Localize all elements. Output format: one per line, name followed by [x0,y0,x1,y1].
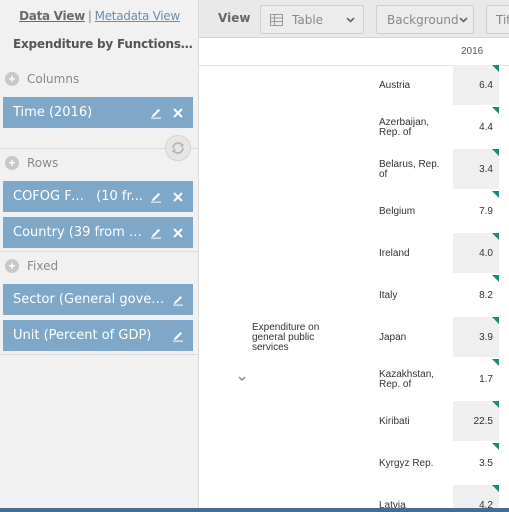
country-label: Kyrgyz Rep. [379,458,434,469]
column-header-year[interactable]: 2016 [461,46,483,57]
chip-count: (10 fr... [96,189,143,204]
pencil-icon[interactable] [147,188,165,206]
rows-section-label: Rows [27,156,59,170]
country-label: Ireland [379,248,410,259]
add-columns-icon[interactable]: + [5,72,19,86]
dataset-title: Expenditure by Functions of ... [13,37,196,51]
note-flag-icon[interactable] [492,275,499,282]
chip-label: Sector (General govern... [13,292,165,307]
value-text: 1.7 [479,373,493,385]
bottom-bar [0,508,509,512]
view-type-value: Table [292,12,324,27]
fixed-chip-sector[interactable]: Sector (General govern... [3,284,193,315]
close-icon[interactable] [169,188,187,206]
value-text: 3.9 [479,331,493,343]
section-divider [0,354,198,355]
note-flag-icon[interactable] [492,107,499,114]
value-text: 3.4 [479,163,493,175]
view-label: View [218,11,251,25]
collapse-chevron-icon[interactable] [237,374,247,384]
value-text: 4.0 [479,247,493,259]
table-icon [270,13,283,26]
chip-label: Time (2016) [13,105,93,120]
value-cell[interactable]: 4.0 [453,233,499,273]
value-cell[interactable]: 7.9 [453,191,499,231]
value-cell[interactable]: 6.4 [453,65,499,105]
value-cell[interactable]: 1.7 [453,359,499,399]
value-text: 4.4 [479,121,493,133]
metadata-view-link[interactable]: Metadata View [95,9,181,23]
view-separator: | [87,9,92,23]
chevron-down-icon [459,16,468,23]
row-group-label: Expenditure on general public services [252,322,320,353]
note-flag-icon[interactable] [492,401,499,408]
title-select-value: Tit [496,12,509,27]
value-text: 6.4 [479,79,493,91]
value-text: 22.5 [473,415,493,427]
rows-chip-cofog[interactable]: COFOG Fun... (10 fr... [3,181,193,212]
columns-section-label: Columns [27,72,80,86]
country-label: Azerbaijan, Rep. of [379,117,430,138]
note-flag-icon[interactable] [492,317,499,324]
data-table: 2016 Expenditure on general public servi… [199,39,509,512]
columns-chip-time[interactable]: Time (2016) [3,97,193,128]
country-label: Belarus, Rep. of [379,159,440,180]
note-flag-icon[interactable] [492,65,499,72]
toolbar: View Table Background Tit [199,0,509,38]
background-value: Background [387,12,459,27]
section-divider [0,251,198,252]
pencil-icon[interactable] [169,327,187,345]
pencil-icon[interactable] [147,224,165,242]
note-flag-icon[interactable] [492,191,499,198]
value-cell[interactable]: 8.2 [453,275,499,315]
close-icon[interactable] [169,104,187,122]
chevron-down-icon [346,16,355,23]
title-select[interactable]: Tit [486,5,509,34]
chip-label: Unit (Percent of GDP) [13,328,152,343]
value-cell[interactable]: 3.9 [453,317,499,357]
rows-chip-country[interactable]: Country (39 from 183) [3,217,193,248]
value-cell[interactable]: 3.5 [453,443,499,483]
chip-label: COFOG Fun... [13,189,93,204]
note-flag-icon[interactable] [492,485,499,492]
view-type-select[interactable]: Table [260,5,364,34]
pencil-icon[interactable] [147,104,165,122]
close-icon[interactable] [169,224,187,242]
value-text: 7.9 [479,205,493,217]
add-fixed-icon[interactable]: + [5,259,19,273]
value-cell[interactable]: 4.4 [453,107,499,147]
columns-section-header[interactable]: + Columns [0,68,198,90]
country-label: Belgium [379,206,416,217]
chip-label: Country (39 from 183) [13,225,143,240]
pencil-icon[interactable] [169,291,187,309]
country-label: Japan [379,332,407,343]
note-flag-icon[interactable] [492,359,499,366]
add-rows-icon[interactable]: + [5,156,19,170]
country-label: Kiribati [379,416,410,427]
rows-section-header[interactable]: + Rows [0,152,198,174]
left-panel: Data View | Metadata View Expenditure by F… [0,0,199,512]
note-flag-icon[interactable] [492,233,499,240]
value-cell[interactable]: 3.4 [453,149,499,189]
fixed-section-label: Fixed [27,259,59,273]
fixed-chip-unit[interactable]: Unit (Percent of GDP) [3,320,193,351]
note-flag-icon[interactable] [492,443,499,450]
country-label: Austria [379,80,411,91]
value-cell[interactable]: 22.5 [453,401,499,441]
value-text: 8.2 [479,289,493,301]
country-label: Italy [379,290,398,301]
view-switcher: Data View | Metadata View [0,9,199,23]
background-select[interactable]: Background [376,5,474,34]
value-text: 3.5 [479,457,493,469]
data-view-link[interactable]: Data View [19,9,85,23]
fixed-section-header[interactable]: + Fixed [0,255,198,277]
country-label: Kazakhstan, Rep. of [379,369,435,390]
note-flag-icon[interactable] [492,149,499,156]
